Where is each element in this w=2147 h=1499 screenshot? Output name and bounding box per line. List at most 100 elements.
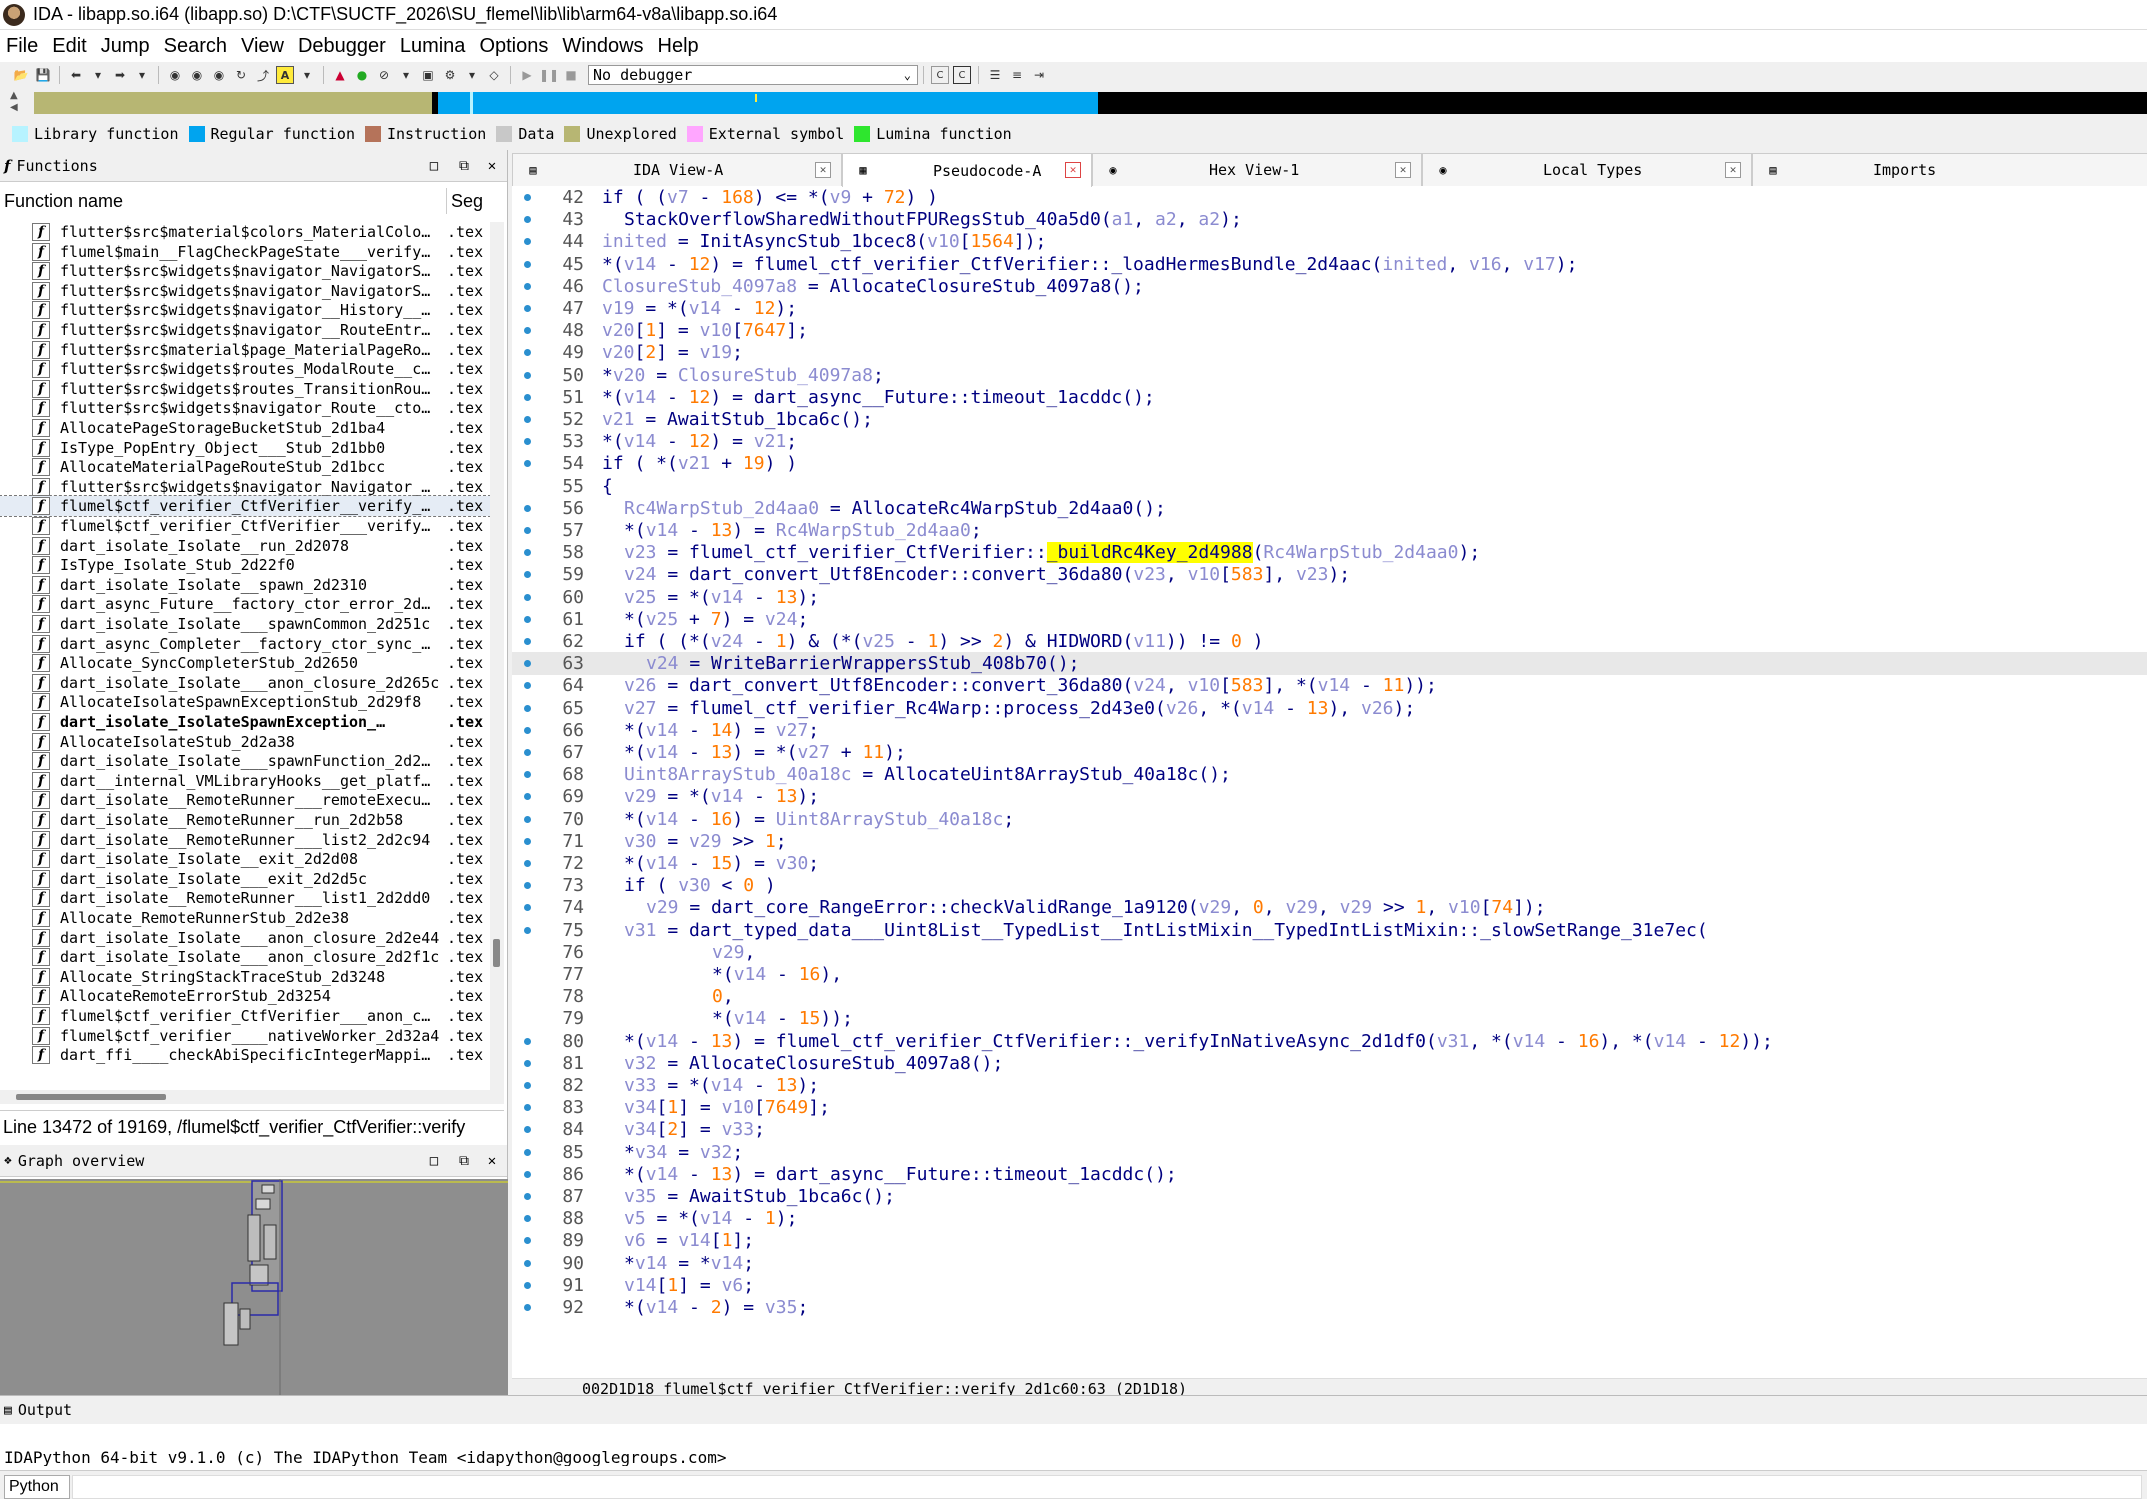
code-token[interactable]: 11	[1383, 675, 1405, 696]
code-token[interactable]: [	[1220, 675, 1231, 696]
code-token[interactable]: *(	[712, 1008, 734, 1029]
maximize-icon[interactable]: □	[424, 1151, 444, 1171]
breakpoint-dot-icon[interactable]	[524, 1082, 531, 1089]
code-token[interactable]: 13	[776, 587, 798, 608]
code-token[interactable]: 12	[689, 431, 711, 452]
function-row[interactable]: f IsType_PopEntry_Object___Stub_2d1bb0 .te…	[0, 438, 490, 458]
code-token[interactable]: ], *(	[1263, 675, 1317, 696]
code-line[interactable]: 54 if ( *(v21 + 19) )	[512, 452, 2147, 475]
function-row[interactable]: f flutter$src$widgets$navigator_Navigator…	[0, 477, 490, 497]
code-token[interactable]: flumel_ctf_verifier_CtfVerifier::_loadHe…	[754, 254, 1372, 275]
code-token[interactable]: *(	[602, 387, 624, 408]
breakpoint-dot-icon[interactable]	[524, 349, 531, 357]
code-token[interactable]: -	[678, 720, 711, 741]
code-token[interactable]: InitAsyncStub_1bcec8	[700, 231, 917, 252]
pseudocode-view[interactable]: 42 if ( (v7 - 168) <= *(v9 + 72) ) 43 Stack…	[512, 186, 2147, 1378]
code-token[interactable]: v14	[646, 1297, 679, 1318]
code-token[interactable]: v27	[797, 742, 830, 763]
function-row[interactable]: f dart_ffi____checkAbiSpecificIntegerMapp…	[0, 1045, 490, 1065]
breakpoint-dot-icon[interactable]	[524, 1148, 531, 1156]
code-token[interactable]: ,	[1426, 897, 1448, 918]
code-token[interactable]: 168	[721, 187, 754, 208]
code-token[interactable]: 7649	[765, 1097, 808, 1118]
code-token[interactable]: ;	[732, 342, 743, 363]
code-token[interactable]: *(	[712, 964, 734, 985]
code-token[interactable]: 1	[1416, 897, 1427, 918]
nav-segment-lib[interactable]	[470, 92, 473, 114]
breakpoint-dot-icon[interactable]	[524, 704, 531, 712]
breakpoint-dot-icon[interactable]	[524, 726, 531, 734]
code-token[interactable]: =	[657, 698, 690, 719]
code-token[interactable]: ) =	[732, 1031, 775, 1052]
code-token[interactable]: ;	[732, 1142, 743, 1163]
code-token[interactable]: 74	[1491, 897, 1513, 918]
code-token[interactable]: +	[851, 187, 884, 208]
code-token[interactable]: =	[657, 1053, 690, 1074]
code-line[interactable]: 58 v23 = flumel_ctf_verifier_CtfVerifier:…	[512, 541, 2147, 564]
code-line[interactable]: 60 v25 = *(v14 - 13);	[512, 586, 2147, 609]
code-line[interactable]: 69 v29 = *(v14 - 13);	[512, 785, 2147, 808]
code-token[interactable]: v35	[624, 1186, 657, 1207]
code-token[interactable]: v24	[1133, 675, 1166, 696]
code-line[interactable]: 59 v24 = dart_convert_Utf8Encoder::conver…	[512, 563, 2147, 586]
code-line[interactable]: 92 *(v14 - 2) = v35;	[512, 1296, 2147, 1319]
code-token[interactable]: if ( *(	[602, 453, 678, 474]
code-token[interactable]: 12	[689, 387, 711, 408]
code-token[interactable]: v14	[646, 1031, 679, 1052]
function-row[interactable]: f flutter$src$material$page_MaterialPageR…	[0, 340, 490, 360]
function-row[interactable]: f flumel$main__FlagCheckPageState___verif…	[0, 242, 490, 262]
code-token[interactable]: ];	[732, 1230, 754, 1251]
code-token[interactable]: (	[1426, 1031, 1437, 1052]
breakpoint-dot-icon[interactable]	[524, 327, 531, 335]
code-token[interactable]: -	[743, 631, 776, 652]
code-token[interactable]: ;	[743, 1275, 754, 1296]
menu-help[interactable]: Help	[652, 35, 707, 58]
code-line[interactable]: 68 Uint8ArrayStub_40a18c = AllocateUint8A…	[512, 763, 2147, 786]
code-token[interactable]: ) <= *(	[754, 187, 830, 208]
code-token[interactable]: -	[766, 964, 799, 985]
code-token[interactable]: 7647	[743, 320, 786, 341]
code-token[interactable]: ) =	[722, 609, 765, 630]
function-row[interactable]: f dart_async_Completer__factory_ctor_sync…	[0, 634, 490, 654]
code-token[interactable]: ) = *(	[732, 742, 797, 763]
code-token[interactable]: Uint8ArrayStub_40a18c	[776, 809, 1004, 830]
breakpoint-dot-icon[interactable]	[524, 438, 531, 446]
code-token[interactable]: ) =	[710, 387, 753, 408]
code-token[interactable]: flumel_ctf_verifier_Rc4Warp::process_2d4…	[689, 698, 1155, 719]
code-token[interactable]: [	[732, 320, 743, 341]
breakpoint-dot-icon[interactable]	[524, 1037, 531, 1045]
breakpoint-icon[interactable]: ⊘	[375, 66, 393, 84]
code-line[interactable]: 66 *(v14 - 14) = v27;	[512, 719, 2147, 742]
breakpoint-dot-icon[interactable]	[524, 1126, 531, 1134]
code-token[interactable]: if ( (*(	[624, 631, 711, 652]
breakpoint-dot-icon[interactable]	[524, 882, 531, 890]
scrollbar-thumb[interactable]	[16, 1094, 166, 1100]
code-token[interactable]: v34	[635, 1142, 668, 1163]
code-token[interactable]: ) =	[710, 254, 753, 275]
code-token[interactable]: 0	[712, 986, 723, 1007]
code-token[interactable]: ;	[808, 853, 819, 874]
code-token[interactable]: );	[1556, 254, 1578, 275]
code-token[interactable]: v26	[1361, 698, 1394, 719]
code-token[interactable]: v31	[624, 920, 657, 941]
code-token[interactable]: -	[689, 187, 722, 208]
code-token[interactable]: dart_convert_Utf8Encoder::convert_36da80	[689, 564, 1122, 585]
code-line[interactable]: 64 v26 = dart_convert_Utf8Encoder::conver…	[512, 674, 2147, 697]
breakpoint-dot-icon[interactable]	[524, 593, 531, 601]
code-token[interactable]: [	[754, 1097, 765, 1118]
code-token[interactable]: AllocateClosureStub_4097a8	[830, 276, 1112, 297]
function-row[interactable]: f dart_isolate__RemoteRunner___list1_2d2d…	[0, 888, 490, 908]
code-token[interactable]: );	[1220, 209, 1242, 230]
float-icon[interactable]: ⧉	[454, 156, 474, 176]
code-token[interactable]: 1	[667, 1097, 678, 1118]
code-token[interactable]: ;	[873, 365, 884, 386]
code-token[interactable]: 13	[1307, 698, 1329, 719]
back-icon[interactable]: ⬅	[67, 66, 85, 84]
graph-overview-canvas[interactable]	[0, 1179, 508, 1397]
function-row[interactable]: f flumel$ctf_verifier_CtfVerifier___verif…	[0, 516, 490, 536]
code-token[interactable]: v29	[689, 831, 722, 852]
code-token[interactable]: v33	[624, 1075, 657, 1096]
code-token[interactable]: -	[678, 809, 711, 830]
code-token[interactable]: AllocateRc4WarpStub_2d4aa0	[852, 498, 1134, 519]
close-icon[interactable]: ✕	[1725, 162, 1741, 178]
